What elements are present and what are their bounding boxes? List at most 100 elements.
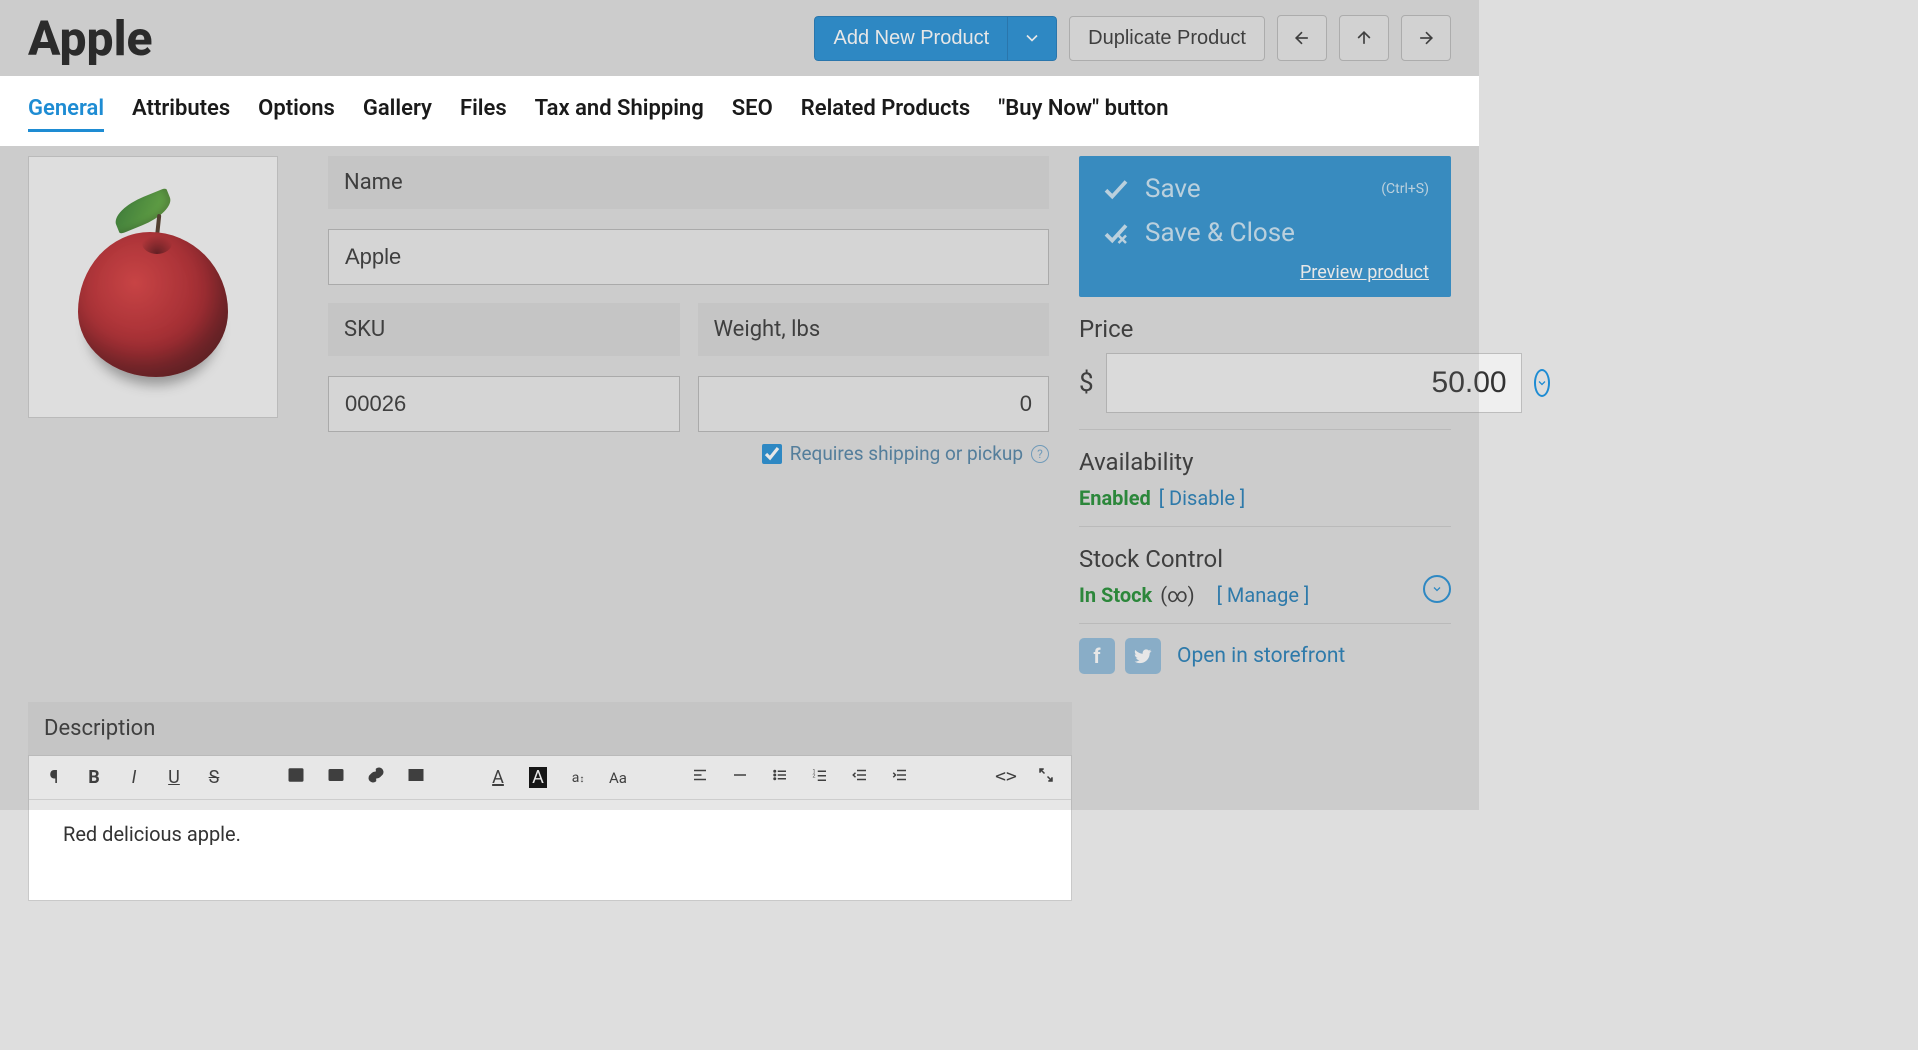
facebook-icon[interactable]: f — [1079, 638, 1115, 674]
italic-icon[interactable]: I — [123, 767, 145, 788]
nav-up-button[interactable] — [1339, 15, 1389, 61]
font-case-icon[interactable]: Aa — [607, 769, 629, 787]
left-column — [28, 156, 298, 674]
nav-back-button[interactable] — [1277, 15, 1327, 61]
tab-buy-now-button[interactable]: "Buy Now" button — [998, 96, 1168, 132]
save-button[interactable]: Save (Ctrl+S) — [1101, 174, 1429, 204]
tab-related-products[interactable]: Related Products — [801, 96, 970, 132]
description-section: Description ¶ B I U S A A a↕ Aa — [0, 702, 1479, 901]
preview-product-link[interactable]: Preview product — [1101, 262, 1429, 283]
tabs: General Attributes Options Gallery Files… — [0, 76, 1479, 146]
save-close-label: Save & Close — [1145, 218, 1295, 248]
stock-expand-button[interactable] — [1423, 575, 1451, 603]
bullet-list-icon[interactable] — [769, 766, 791, 789]
description-label: Description — [28, 702, 1072, 755]
chevron-down-icon — [1536, 377, 1548, 389]
add-new-product-split: Add New Product — [814, 16, 1057, 61]
price-input[interactable] — [1106, 353, 1522, 413]
help-icon[interactable]: ? — [1031, 445, 1049, 463]
twitter-icon[interactable] — [1125, 638, 1161, 674]
strikethrough-icon[interactable]: S — [203, 767, 225, 788]
outdent-icon[interactable] — [849, 766, 871, 789]
name-field-block: Name — [328, 156, 1049, 285]
nav-forward-button[interactable] — [1401, 15, 1451, 61]
paragraph-icon[interactable]: ¶ — [43, 767, 65, 788]
sku-input[interactable] — [328, 376, 680, 432]
price-expand-button[interactable] — [1534, 369, 1550, 397]
description-textarea[interactable]: Red delicious apple. — [29, 800, 1071, 900]
image-icon[interactable] — [285, 766, 307, 789]
name-input[interactable] — [328, 229, 1049, 285]
twitter-bird-icon — [1133, 646, 1153, 666]
header-actions: Add New Product Duplicate Product — [814, 15, 1451, 61]
tab-files[interactable]: Files — [460, 96, 507, 132]
content: Name SKU Weight, lbs Requires shipping o… — [0, 146, 1479, 674]
arrow-up-icon — [1354, 28, 1374, 48]
requires-shipping-label: Requires shipping or pickup — [790, 442, 1023, 465]
requires-shipping-row: Requires shipping or pickup ? — [698, 442, 1050, 465]
weight-label: Weight, lbs — [698, 303, 1050, 356]
sku-weight-row: SKU Weight, lbs Requires shipping or pic… — [328, 303, 1049, 483]
text-color-icon[interactable]: A — [487, 767, 509, 788]
check-close-icon — [1101, 218, 1131, 248]
apple-illustration — [68, 192, 238, 382]
underline-icon[interactable]: U — [163, 767, 185, 788]
price-label: Price — [1079, 315, 1451, 343]
stock-block: Stock Control In Stock (∞) [ Manage ] — [1079, 527, 1451, 624]
sku-label: SKU — [328, 303, 680, 356]
product-image[interactable] — [28, 156, 278, 418]
arrow-right-icon — [1416, 28, 1436, 48]
header: Apple Add New Product Duplicate Product — [0, 0, 1479, 76]
save-label: Save — [1145, 174, 1201, 204]
tab-attributes[interactable]: Attributes — [132, 96, 230, 132]
add-new-product-dropdown[interactable] — [1008, 16, 1057, 61]
weight-input[interactable] — [698, 376, 1050, 432]
right-sidebar: Save (Ctrl+S) Save & Close Preview produ… — [1079, 156, 1451, 674]
tab-general[interactable]: General — [28, 96, 104, 132]
social-row: f Open in storefront — [1079, 624, 1451, 674]
fullscreen-icon[interactable] — [1035, 766, 1057, 789]
requires-shipping-checkbox[interactable] — [762, 444, 782, 464]
price-block: Price $ — [1079, 297, 1451, 430]
chevron-down-icon — [1431, 583, 1443, 595]
svg-text:2: 2 — [813, 773, 816, 779]
code-view-icon[interactable]: <> — [995, 766, 1017, 789]
disable-link[interactable]: [ Disable ] — [1159, 486, 1245, 510]
stock-label: Stock Control — [1079, 545, 1451, 573]
weight-field-block: Weight, lbs Requires shipping or pickup … — [698, 303, 1050, 465]
add-new-product-button[interactable]: Add New Product — [814, 16, 1008, 61]
tab-tax-shipping[interactable]: Tax and Shipping — [535, 96, 704, 132]
link-icon[interactable] — [365, 766, 387, 789]
editor-toolbar: ¶ B I U S A A a↕ Aa 12 — [29, 756, 1071, 800]
stock-status: In Stock — [1079, 583, 1152, 607]
page-title: Apple — [28, 10, 153, 67]
align-icon[interactable] — [689, 766, 711, 789]
name-label: Name — [328, 156, 1049, 209]
save-close-button[interactable]: Save & Close — [1101, 218, 1429, 248]
currency-symbol: $ — [1079, 368, 1094, 398]
middle-column: Name SKU Weight, lbs Requires shipping o… — [328, 156, 1049, 674]
manage-stock-link[interactable]: [ Manage ] — [1217, 583, 1310, 607]
arrow-left-icon — [1292, 28, 1312, 48]
open-storefront-link[interactable]: Open in storefront — [1177, 644, 1345, 668]
indent-icon[interactable] — [889, 766, 911, 789]
text-highlight-icon[interactable]: A — [527, 767, 549, 788]
check-icon — [1101, 174, 1131, 204]
save-box: Save (Ctrl+S) Save & Close Preview produ… — [1079, 156, 1451, 297]
availability-block: Availability Enabled [ Disable ] — [1079, 430, 1451, 527]
rich-text-editor: ¶ B I U S A A a↕ Aa 12 — [28, 755, 1072, 901]
video-icon[interactable] — [325, 766, 347, 789]
tab-options[interactable]: Options — [258, 96, 335, 132]
tab-seo[interactable]: SEO — [732, 96, 773, 132]
bold-icon[interactable]: B — [83, 767, 105, 788]
font-size-icon[interactable]: a↕ — [567, 770, 589, 786]
tab-gallery[interactable]: Gallery — [363, 96, 432, 132]
numbered-list-icon[interactable]: 12 — [809, 766, 831, 789]
availability-status: Enabled — [1079, 486, 1151, 510]
save-hint: (Ctrl+S) — [1381, 181, 1429, 197]
table-icon[interactable] — [405, 766, 427, 789]
hr-icon[interactable] — [729, 766, 751, 789]
duplicate-product-button[interactable]: Duplicate Product — [1069, 16, 1265, 61]
sku-field-block: SKU — [328, 303, 680, 465]
chevron-down-icon — [1022, 28, 1042, 48]
